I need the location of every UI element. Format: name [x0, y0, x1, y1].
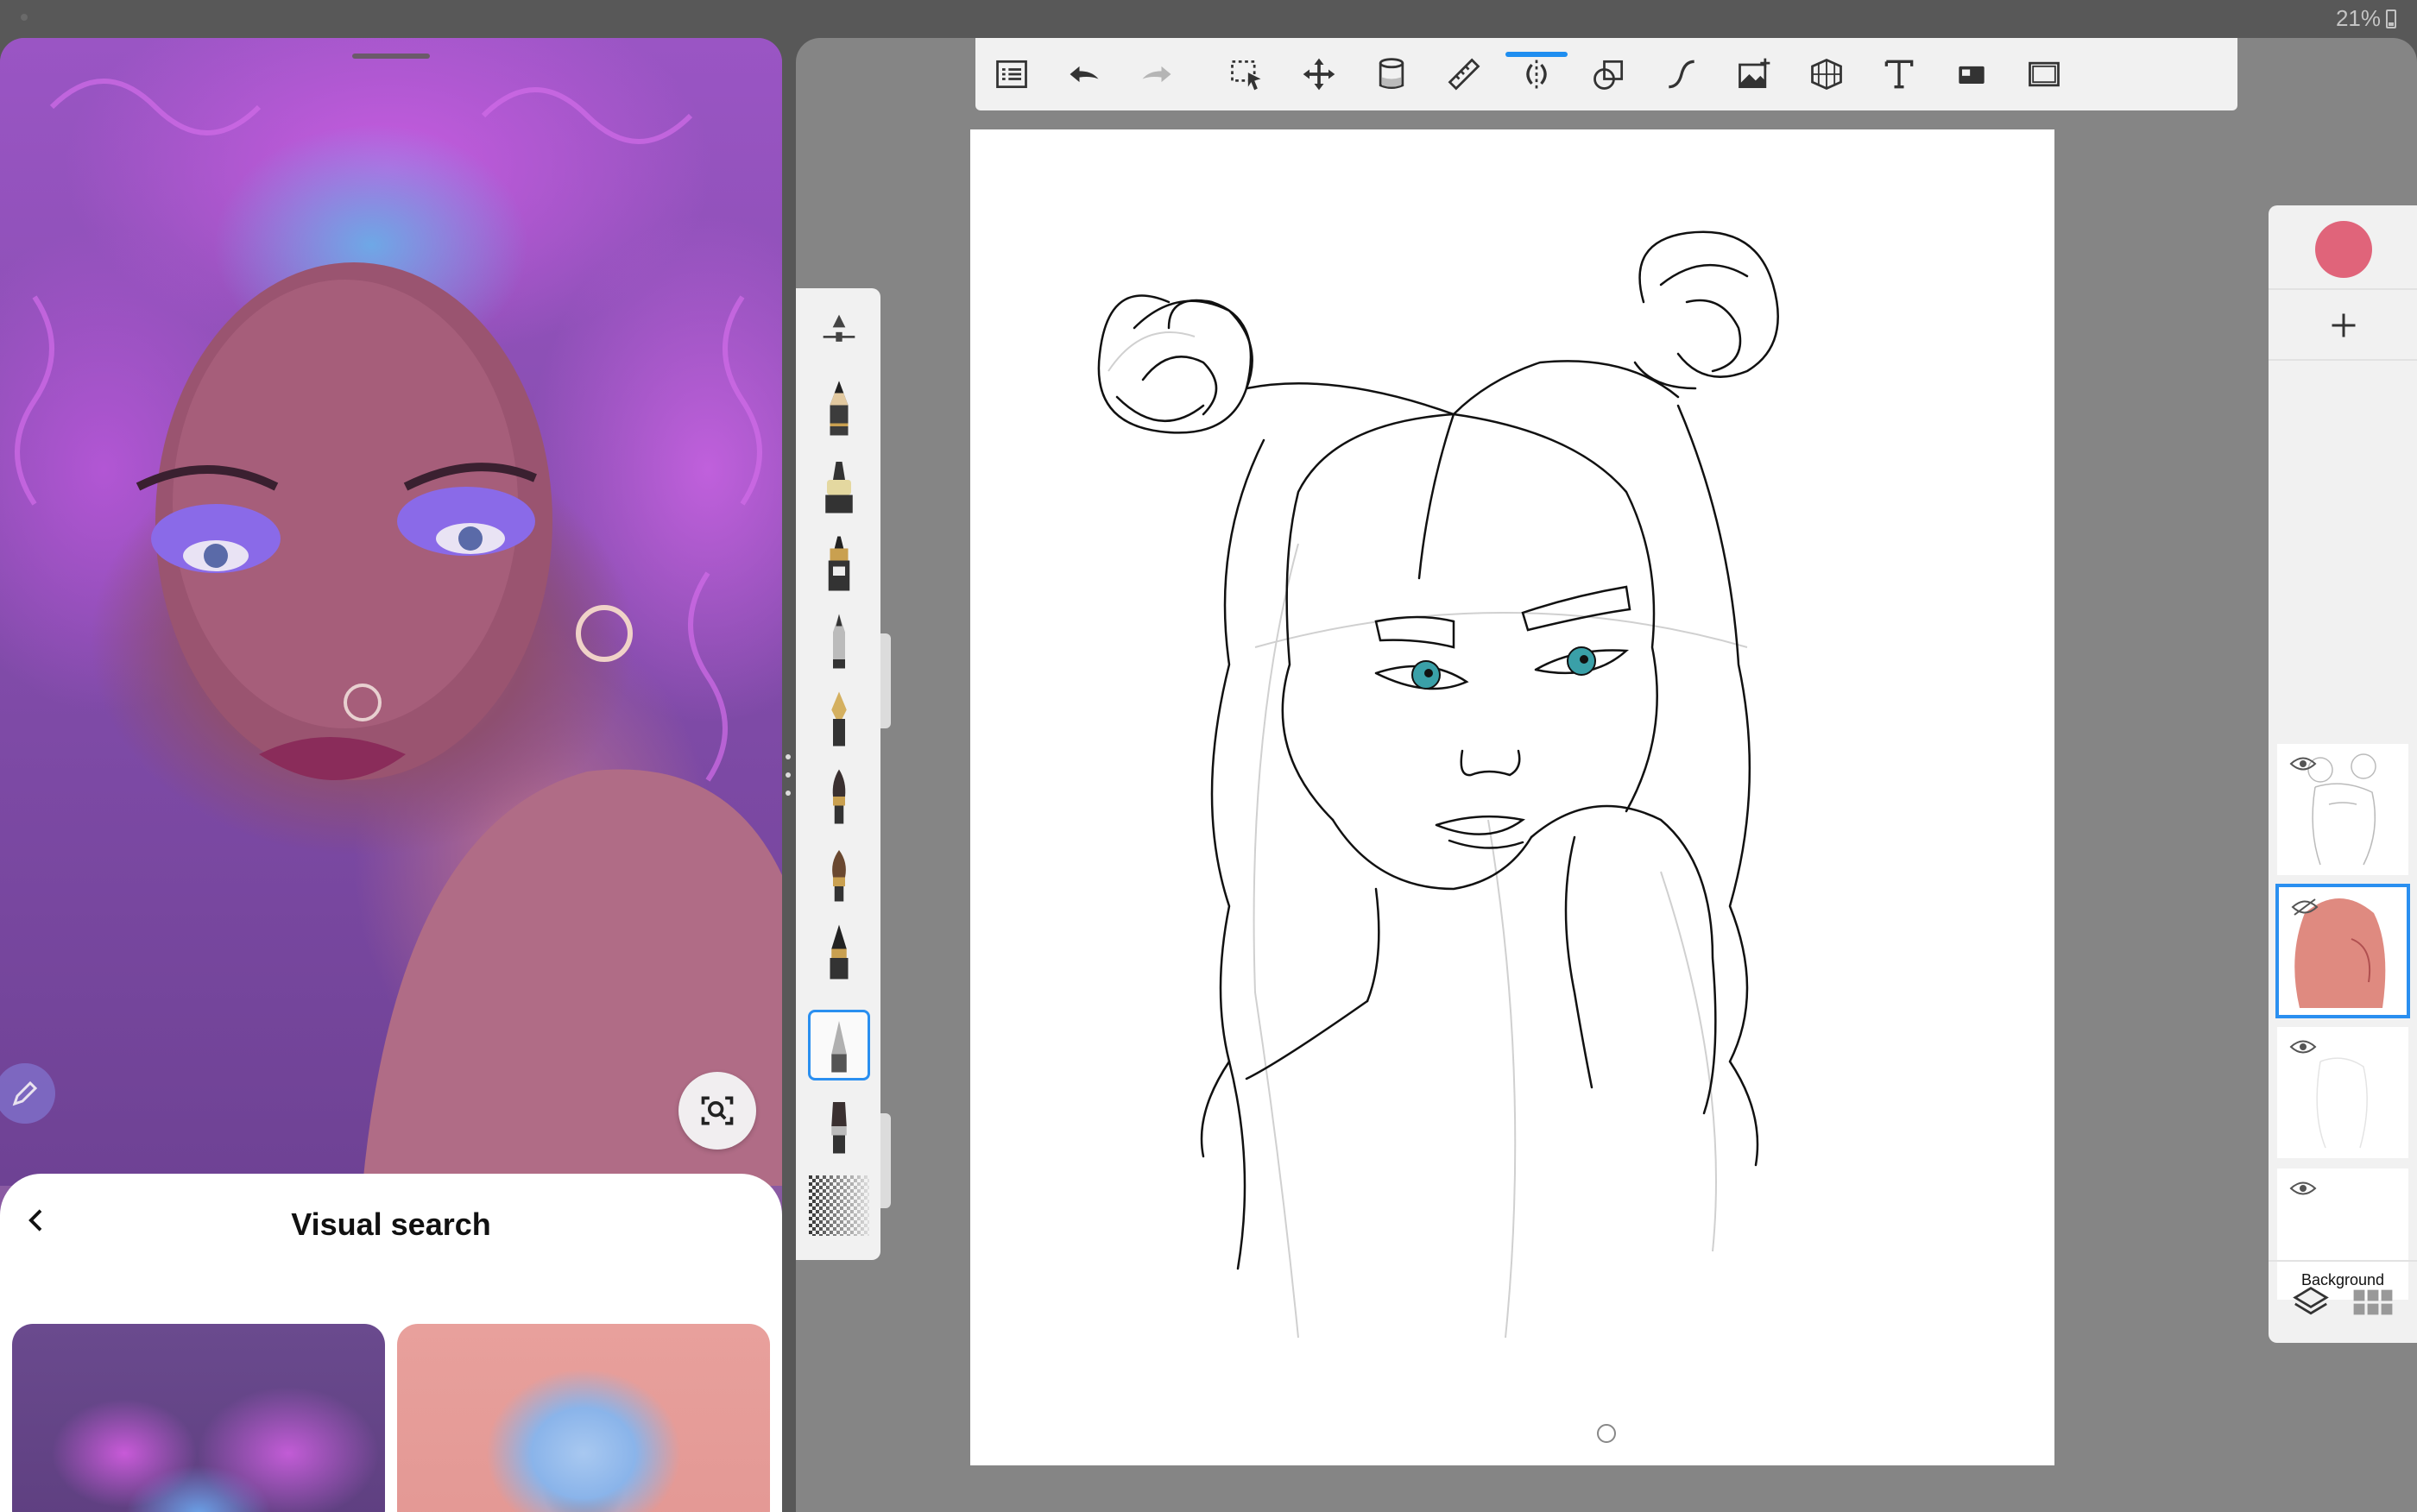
perspective-grid-icon — [1811, 58, 1842, 91]
layers-panel: Background — [2269, 205, 2417, 1343]
visual-search-icon — [701, 1096, 734, 1125]
texture-brush-icon — [809, 1175, 869, 1236]
current-color-swatch[interactable] — [2315, 221, 2372, 278]
selection-button[interactable] — [1210, 38, 1283, 110]
ruler-icon — [1448, 58, 1480, 91]
list-icon — [996, 60, 1027, 89]
layer-thumbnail-3[interactable] — [2275, 1025, 2410, 1160]
felttip-brush-icon — [830, 924, 849, 980]
layer-thumbnail-1[interactable] — [2275, 742, 2410, 877]
image-add-icon — [1739, 58, 1770, 89]
visual-search-title: Visual search — [291, 1206, 491, 1242]
brush-felt-tip[interactable] — [808, 917, 870, 987]
eye-hidden-icon[interactable] — [2291, 898, 2319, 917]
round-brush-icon — [832, 850, 846, 902]
undo-icon — [1070, 66, 1099, 83]
transform-button[interactable] — [1283, 38, 1355, 110]
layers-icon[interactable] — [2292, 1285, 2330, 1320]
palette-resize-tab[interactable] — [880, 633, 891, 728]
search-result-1[interactable] — [12, 1324, 385, 1512]
panel-divider — [2269, 359, 2417, 361]
brush-pencil[interactable] — [808, 373, 870, 444]
selection-icon — [1231, 60, 1261, 91]
panel-divider — [2269, 288, 2417, 290]
reference-photo[interactable] — [0, 38, 782, 1186]
symmetry-icon — [1526, 60, 1547, 89]
brush-ballpoint[interactable] — [808, 606, 870, 677]
reference-button[interactable] — [1935, 38, 2008, 110]
shapes-button[interactable] — [1573, 38, 1645, 110]
ruler-button[interactable] — [1428, 38, 1500, 110]
shapes-icon — [1593, 60, 1624, 90]
drag-handle[interactable] — [352, 54, 430, 59]
search-result-2[interactable] — [397, 1324, 770, 1512]
symmetry-button[interactable] — [1500, 38, 1573, 110]
bucket-icon — [1379, 58, 1404, 89]
text-button[interactable] — [1863, 38, 1935, 110]
brush-palette — [796, 288, 880, 1260]
size-opacity-button[interactable] — [808, 295, 870, 366]
reference-pane: Visual search — [0, 38, 782, 1512]
visual-search-button[interactable] — [678, 1072, 756, 1150]
drawing-canvas[interactable] — [970, 129, 2054, 1465]
curve-icon — [1669, 60, 1694, 89]
status-dot — [21, 14, 28, 21]
text-icon — [1884, 60, 1914, 89]
import-image-button[interactable] — [1718, 38, 1790, 110]
plus-icon — [2332, 313, 2356, 337]
brush-flat[interactable] — [808, 1091, 870, 1162]
top-toolbar — [975, 38, 2237, 110]
brush-airbrush[interactable] — [808, 1010, 870, 1080]
brush-round[interactable] — [808, 839, 870, 910]
ink-brush-icon — [828, 536, 850, 591]
fill-button[interactable] — [1355, 38, 1428, 110]
pencil-brush-icon — [830, 381, 849, 436]
split-view-divider[interactable] — [786, 754, 791, 796]
pencil-icon — [12, 1080, 38, 1106]
battery-percent: 21% — [2335, 5, 2381, 31]
undo-button[interactable] — [1048, 38, 1120, 110]
eye-icon[interactable] — [2289, 1037, 2317, 1056]
fullscreen-icon — [2029, 61, 2060, 87]
layers-panel-footer — [2269, 1262, 2417, 1343]
palette-resize-tab-2[interactable] — [880, 1113, 891, 1208]
brush-marker[interactable] — [808, 450, 870, 521]
eye-icon[interactable] — [2289, 1179, 2317, 1198]
gallery-list-button[interactable] — [975, 38, 1048, 110]
eye-icon[interactable] — [2289, 754, 2317, 773]
brush-ink-pen[interactable] — [808, 528, 870, 599]
battery-icon — [2386, 9, 2396, 28]
brush-fountain-pen[interactable] — [808, 684, 870, 754]
grid-icon[interactable] — [2352, 1287, 2394, 1318]
paintbrush-icon — [832, 769, 846, 824]
fullscreen-button[interactable] — [2008, 38, 2080, 110]
line-art-sketch — [1097, 230, 1779, 1339]
redo-button[interactable] — [1120, 38, 1193, 110]
layer-thumbnail-2[interactable] — [2275, 884, 2410, 1018]
battery-indicator: 21% — [2336, 5, 2396, 32]
brush-texture[interactable] — [808, 1170, 870, 1241]
slider-icon — [823, 314, 855, 342]
stroke-button[interactable] — [1645, 38, 1718, 110]
move-icon — [1303, 58, 1335, 91]
ballpoint-brush-icon — [833, 614, 845, 669]
visual-search-sheet: Visual search — [0, 1174, 782, 1512]
canvas-pivot-marker — [1597, 1424, 1616, 1443]
portrait-illustration — [15, 79, 782, 1186]
marker-brush-icon — [825, 462, 853, 513]
add-layer-button[interactable] — [2324, 306, 2363, 345]
reference-icon — [1959, 66, 1985, 84]
status-bar: 21% — [0, 0, 2417, 38]
perspective-button[interactable] — [1790, 38, 1863, 110]
nib-brush-icon — [831, 691, 847, 747]
brush-paintbrush[interactable] — [808, 761, 870, 832]
airbrush-icon — [831, 1021, 847, 1073]
flat-brush-icon — [831, 1102, 847, 1154]
redo-icon — [1142, 66, 1171, 83]
